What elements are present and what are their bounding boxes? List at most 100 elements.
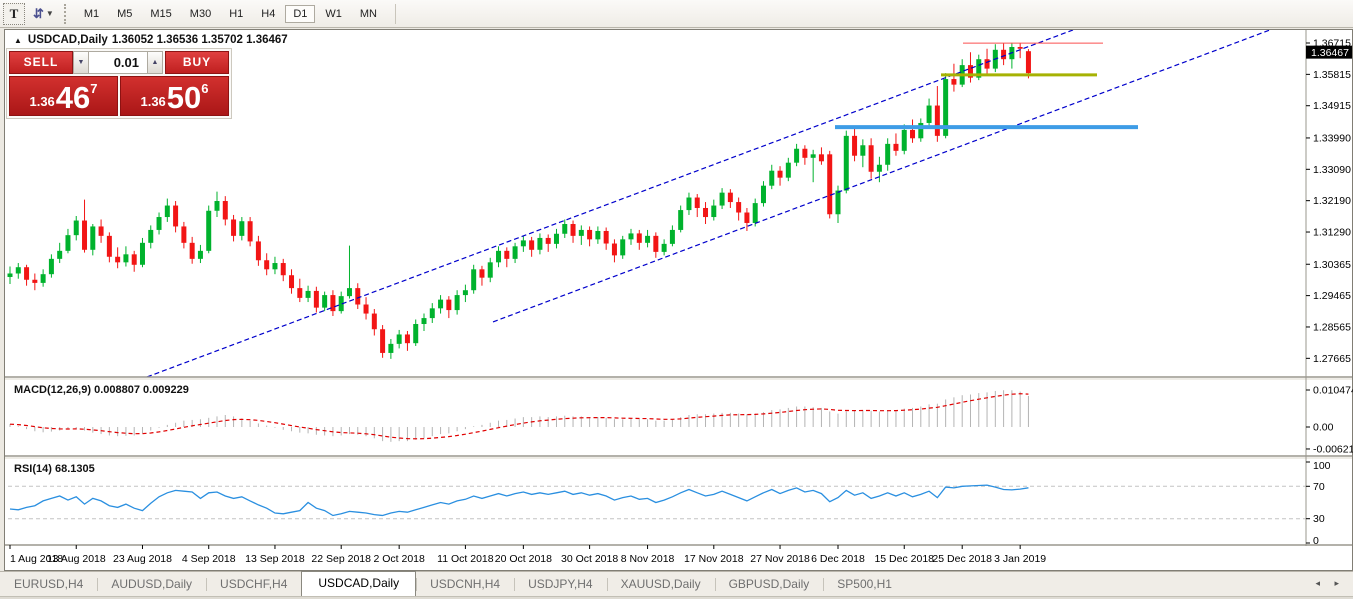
chart-tab-AUDUSDDaily[interactable]: AUDUSD,Daily bbox=[97, 573, 206, 596]
candle-body bbox=[41, 274, 46, 283]
timeframe-button-MN[interactable]: MN bbox=[352, 5, 385, 23]
timeframe-button-M5[interactable]: M5 bbox=[109, 5, 140, 23]
buy-button[interactable]: BUY bbox=[165, 51, 229, 74]
candle-body bbox=[836, 191, 841, 215]
sell-button[interactable]: SELL bbox=[9, 51, 73, 74]
candle-body bbox=[827, 154, 832, 214]
candle-body bbox=[123, 254, 128, 262]
rsi-axis-label: 70 bbox=[1313, 481, 1325, 493]
one-click-trade-panel: SELL ▼ ▲ BUY 1.36 46 7 1.36 50 6 bbox=[6, 48, 232, 119]
candle-body bbox=[877, 165, 882, 172]
rsi-axis-label: 100 bbox=[1313, 460, 1331, 472]
trade-panel-toggle-icon[interactable]: ▲ bbox=[14, 36, 22, 45]
candle-body bbox=[380, 329, 385, 353]
mt4-window: T ⇵ ▼ M1M5M15M30H1H4D1W1MN 1.367151.3581… bbox=[0, 0, 1353, 599]
price-tick-label: 1.27665 bbox=[1313, 353, 1351, 365]
current-price-value: 1.36467 bbox=[1311, 47, 1349, 59]
candle-body bbox=[16, 267, 21, 273]
date-tick-label: 11 Oct 2018 bbox=[437, 553, 494, 565]
macd-axis-label: 0.010474 bbox=[1313, 384, 1353, 396]
volume-input[interactable] bbox=[89, 51, 147, 74]
candle-body bbox=[720, 193, 725, 206]
candle-body bbox=[24, 267, 29, 280]
candle-body bbox=[388, 344, 393, 353]
candle-body bbox=[546, 238, 551, 244]
timeframe-button-M1[interactable]: M1 bbox=[76, 5, 107, 23]
candle-body bbox=[529, 240, 534, 249]
candle-body bbox=[190, 243, 195, 259]
buy-price-small: 1.36 bbox=[140, 92, 165, 112]
chart-tab-USDCNHH4[interactable]: USDCNH,H4 bbox=[416, 573, 514, 596]
arrows-tool-button[interactable]: ⇵ ▼ bbox=[33, 6, 54, 22]
candle-body bbox=[157, 217, 162, 230]
candle-body bbox=[778, 171, 783, 178]
timeframe-button-H1[interactable]: H1 bbox=[221, 5, 251, 23]
date-tick-label: 20 Oct 2018 bbox=[495, 553, 552, 565]
timeframe-button-H4[interactable]: H4 bbox=[253, 5, 283, 23]
candle-body bbox=[860, 145, 865, 155]
candle-body bbox=[74, 221, 79, 236]
chart-tab-USDCADDaily[interactable]: USDCAD,Daily bbox=[301, 571, 416, 596]
candle-body bbox=[695, 198, 700, 208]
candle-body bbox=[504, 251, 509, 259]
chart-tab-SP500H1[interactable]: SP500,H1 bbox=[823, 573, 906, 596]
candle-body bbox=[587, 230, 592, 239]
timeframe-button-W1[interactable]: W1 bbox=[317, 5, 350, 23]
timeframe-button-D1[interactable]: D1 bbox=[285, 5, 315, 23]
chart-tab-EURUSDH4[interactable]: EURUSD,H4 bbox=[0, 573, 97, 596]
candle-body bbox=[653, 236, 658, 252]
buy-price-button[interactable]: 1.36 50 6 bbox=[120, 76, 229, 116]
candle-body bbox=[496, 251, 501, 262]
price-tick-label: 1.30365 bbox=[1313, 259, 1351, 271]
volume-increase-button[interactable]: ▲ bbox=[147, 51, 163, 74]
date-tick-label: 2 Oct 2018 bbox=[373, 553, 425, 565]
candle-body bbox=[554, 234, 559, 244]
candle-body bbox=[985, 59, 990, 68]
candle-body bbox=[927, 106, 932, 123]
candle-body bbox=[306, 291, 311, 298]
date-tick-label: 6 Dec 2018 bbox=[811, 553, 865, 565]
candle-body bbox=[215, 201, 220, 211]
text-tool-button[interactable]: T bbox=[3, 3, 25, 25]
candle-body bbox=[662, 244, 667, 252]
date-tick-label: 27 Nov 2018 bbox=[750, 553, 810, 565]
candle-body bbox=[165, 206, 170, 217]
buy-price-big: 50 bbox=[167, 84, 201, 112]
candle-body bbox=[488, 262, 493, 277]
macd-label: MACD(12,26,9) 0.008807 0.009229 bbox=[14, 384, 189, 396]
price-tick-label: 1.28565 bbox=[1313, 321, 1351, 333]
timeframe-button-M15[interactable]: M15 bbox=[142, 5, 179, 23]
volume-decrease-button[interactable]: ▼ bbox=[73, 51, 89, 74]
candle-body bbox=[198, 251, 203, 259]
candle-body bbox=[571, 224, 576, 236]
candle-body bbox=[438, 300, 443, 309]
candle-body bbox=[140, 243, 145, 265]
chart-tab-XAUUSDDaily[interactable]: XAUUSD,Daily bbox=[607, 573, 715, 596]
sell-price-big: 46 bbox=[56, 84, 90, 112]
candle-body bbox=[297, 288, 302, 298]
chart-tab-USDCHFH4[interactable]: USDCHF,H4 bbox=[206, 573, 301, 596]
candle-body bbox=[90, 226, 95, 249]
candle-body bbox=[364, 304, 369, 313]
date-tick-label: 3 Jan 2019 bbox=[994, 553, 1046, 565]
chart-tab-USDJPYH4[interactable]: USDJPY,H4 bbox=[514, 573, 606, 596]
candle-body bbox=[753, 203, 758, 223]
candle-body bbox=[471, 269, 476, 290]
candle-body bbox=[736, 202, 741, 212]
tab-scroll-arrows[interactable]: ◂ ▸ bbox=[1315, 578, 1345, 589]
chart-tab-GBPUSDDaily[interactable]: GBPUSD,Daily bbox=[715, 573, 824, 596]
sell-price-button[interactable]: 1.36 46 7 bbox=[9, 76, 118, 116]
candle-body bbox=[206, 211, 211, 251]
candle-body bbox=[422, 318, 427, 324]
candle-body bbox=[82, 221, 87, 250]
candle-body bbox=[1026, 51, 1031, 73]
candle-body bbox=[32, 280, 37, 283]
timeframe-button-M30[interactable]: M30 bbox=[182, 5, 219, 23]
date-tick-label: 8 Nov 2018 bbox=[621, 553, 675, 565]
date-tick-label: 22 Sep 2018 bbox=[311, 553, 371, 565]
candle-body bbox=[148, 230, 153, 243]
candle-body bbox=[811, 154, 816, 157]
candle-body bbox=[446, 300, 451, 310]
candle-body bbox=[281, 263, 286, 275]
candle-body bbox=[513, 246, 518, 259]
